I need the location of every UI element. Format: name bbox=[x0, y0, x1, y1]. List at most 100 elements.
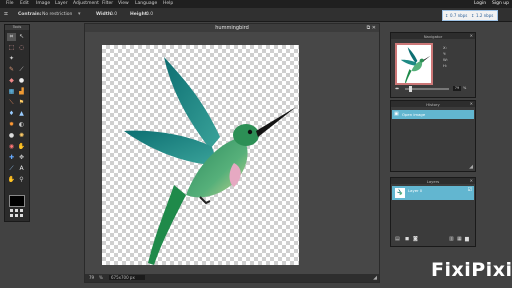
height-field[interactable]: 0.0 bbox=[146, 12, 153, 17]
width-field[interactable]: 0.0 bbox=[110, 12, 117, 17]
resize-grip-icon[interactable]: ◢ bbox=[373, 275, 377, 281]
crop-tool-icon: ⌗ bbox=[4, 10, 8, 18]
bloat-icon[interactable]: ✥ bbox=[17, 154, 26, 162]
beak bbox=[256, 107, 296, 137]
pencil-icon[interactable]: ✎ bbox=[7, 66, 16, 74]
status-indicator: ↕ 0.7 nbps ↕ 1.2 nbps bbox=[442, 10, 498, 21]
checkbox-icon[interactable]: ☑ bbox=[468, 187, 472, 193]
sponge-icon[interactable]: ✹ bbox=[7, 121, 16, 129]
sharpen-icon[interactable]: ✺ bbox=[17, 132, 26, 140]
document-statusbar: 79 % 675x700 px ◢ bbox=[85, 274, 379, 282]
layers-header: Layers ✕ bbox=[391, 178, 475, 184]
eraser-icon[interactable]: ◆ bbox=[7, 77, 16, 85]
head bbox=[233, 124, 259, 146]
blur-icon[interactable]: ▲ bbox=[17, 110, 26, 118]
tools-header: Tools bbox=[5, 25, 29, 30]
restore-icon[interactable]: ⧉ bbox=[367, 25, 371, 31]
zoom-slider-handle[interactable] bbox=[409, 86, 412, 92]
layers-panel: Layers ✕ Layer 0 ☑ ▤ ◼ ◙ ▥ ▦ ▆ bbox=[390, 177, 476, 247]
close-icon[interactable]: ✕ bbox=[470, 101, 473, 106]
document-titlebar[interactable]: hummingbird ⧉ ✕ bbox=[85, 24, 379, 32]
foot bbox=[199, 196, 211, 205]
watermark-logo: FixiPixi bbox=[431, 259, 512, 281]
mask-icon[interactable]: ◙ bbox=[413, 236, 418, 242]
clone-icon[interactable]: ● bbox=[17, 77, 26, 85]
menu-language[interactable]: Language bbox=[135, 1, 157, 6]
thumbnail-image bbox=[400, 47, 431, 83]
close-icon[interactable]: ✕ bbox=[470, 178, 473, 183]
navigator-zoom-field[interactable]: 79 bbox=[453, 86, 461, 91]
options-bar: ⌗ Contrain: No restriction ▾ Width: 0.0 … bbox=[0, 8, 512, 22]
close-icon[interactable]: ✕ bbox=[470, 33, 473, 38]
smudge-icon[interactable]: ✋ bbox=[17, 143, 26, 151]
navigator-panel: Navigator ✕ X: Y: W: H: ⬌ 79 % bbox=[390, 32, 476, 98]
lasso-icon[interactable]: ◌ bbox=[17, 44, 26, 52]
image-size: 675x700 px bbox=[109, 275, 145, 280]
trash-icon[interactable]: ▆ bbox=[465, 236, 469, 242]
move-icon[interactable]: ↖ bbox=[17, 33, 26, 41]
resize-grip-icon[interactable]: ◢ bbox=[469, 164, 473, 170]
new-layer-icon[interactable]: ▤ bbox=[395, 236, 400, 242]
text-icon[interactable]: A bbox=[17, 165, 26, 173]
layer-thumbnail-image bbox=[396, 188, 403, 195]
status-right: 1.2 nbps bbox=[476, 13, 494, 18]
crop-icon[interactable]: ⌗ bbox=[7, 33, 16, 41]
zoom-field[interactable]: 79 bbox=[89, 275, 94, 280]
history-item[interactable]: ▣ Open image bbox=[392, 110, 474, 119]
document-window: hummingbird ⧉ ✕ 79 % 675x700 px ◢ bbox=[84, 23, 380, 283]
tail bbox=[148, 185, 186, 265]
picker-icon[interactable]: ⟍ bbox=[7, 99, 16, 107]
menu-filter[interactable]: Filter bbox=[102, 1, 113, 6]
history-header: History ✕ bbox=[391, 101, 475, 107]
layer-style-icon[interactable]: ◼ bbox=[405, 236, 409, 242]
login-link[interactable]: Login bbox=[474, 1, 486, 6]
gradient-icon[interactable]: ▦ bbox=[7, 88, 16, 96]
drop-icon[interactable]: ♦ bbox=[7, 110, 16, 118]
contrain-select[interactable]: No restriction bbox=[42, 12, 72, 17]
h-label: H: bbox=[443, 63, 448, 68]
dodge-icon[interactable]: ● bbox=[7, 132, 16, 140]
close-icon[interactable]: ✕ bbox=[372, 25, 376, 31]
signup-link[interactable]: Sign up bbox=[492, 1, 509, 6]
wand-icon[interactable]: ✦ bbox=[7, 55, 16, 63]
duplicate-icon[interactable]: ▥ bbox=[449, 236, 454, 242]
navigator-zoom-bar: ⬌ 79 % bbox=[395, 85, 471, 93]
hand-icon[interactable]: ✋ bbox=[7, 176, 16, 184]
menu-layer[interactable]: Layer bbox=[55, 1, 68, 6]
image-canvas[interactable] bbox=[102, 45, 299, 265]
menu-adjustment[interactable]: Adjustment bbox=[73, 1, 99, 6]
menu-help[interactable]: Help bbox=[163, 1, 173, 6]
navigator-coords: X: Y: W: H: bbox=[443, 45, 448, 69]
zoom-icon[interactable]: ⚲ bbox=[17, 176, 26, 184]
pinch-icon[interactable]: ✚ bbox=[7, 154, 16, 162]
redeye-icon[interactable]: ◉ bbox=[7, 143, 16, 151]
status-arrow-icon: ↕ bbox=[471, 13, 475, 18]
menu-file[interactable]: File bbox=[6, 1, 14, 6]
eyedrop-icon[interactable]: ⟋ bbox=[7, 165, 16, 173]
history-item-label: Open image bbox=[402, 112, 426, 117]
layers-toolbar: ▤ ◼ ◙ ▥ ▦ ▆ bbox=[395, 236, 471, 244]
settings-icon[interactable]: ▦ bbox=[457, 236, 462, 242]
burn-icon[interactable]: ◐ bbox=[17, 121, 26, 129]
grid-icon[interactable] bbox=[10, 209, 23, 217]
eye bbox=[247, 129, 253, 135]
marquee-icon[interactable]: ⬚ bbox=[7, 44, 16, 52]
menu-edit[interactable]: Edit bbox=[20, 1, 29, 6]
zoom-out-icon[interactable]: ⬌ bbox=[395, 86, 399, 92]
status-arrow-icon: ↕ bbox=[445, 13, 449, 18]
document-title: hummingbird bbox=[215, 25, 249, 31]
layer-thumbnail bbox=[395, 188, 405, 198]
history-panel: History ✕ ▣ Open image ◢ bbox=[390, 100, 476, 172]
menu-image[interactable]: Image bbox=[36, 1, 50, 6]
window-buttons: ⧉ ✕ bbox=[367, 25, 376, 31]
stamp-icon[interactable]: ⚑ bbox=[17, 99, 26, 107]
tools-panel: Tools ⌗ ↖ ⬚ ◌ ✦ ✎ ⟋ ◆ ● ▦ ▟ ⟍ ⚑ ♦ ▲ ✹ ◐ … bbox=[4, 24, 30, 222]
image-icon: ▣ bbox=[394, 111, 399, 117]
layer-row[interactable]: Layer 0 ☑ bbox=[392, 186, 474, 200]
navigator-thumbnail[interactable] bbox=[395, 43, 433, 85]
menu-view[interactable]: View bbox=[118, 1, 129, 6]
chevron-down-icon[interactable]: ▾ bbox=[78, 11, 81, 17]
brush-icon[interactable]: ⟋ bbox=[17, 66, 26, 74]
bucket-icon[interactable]: ▟ bbox=[17, 88, 26, 96]
foreground-color-swatch[interactable] bbox=[9, 195, 25, 207]
